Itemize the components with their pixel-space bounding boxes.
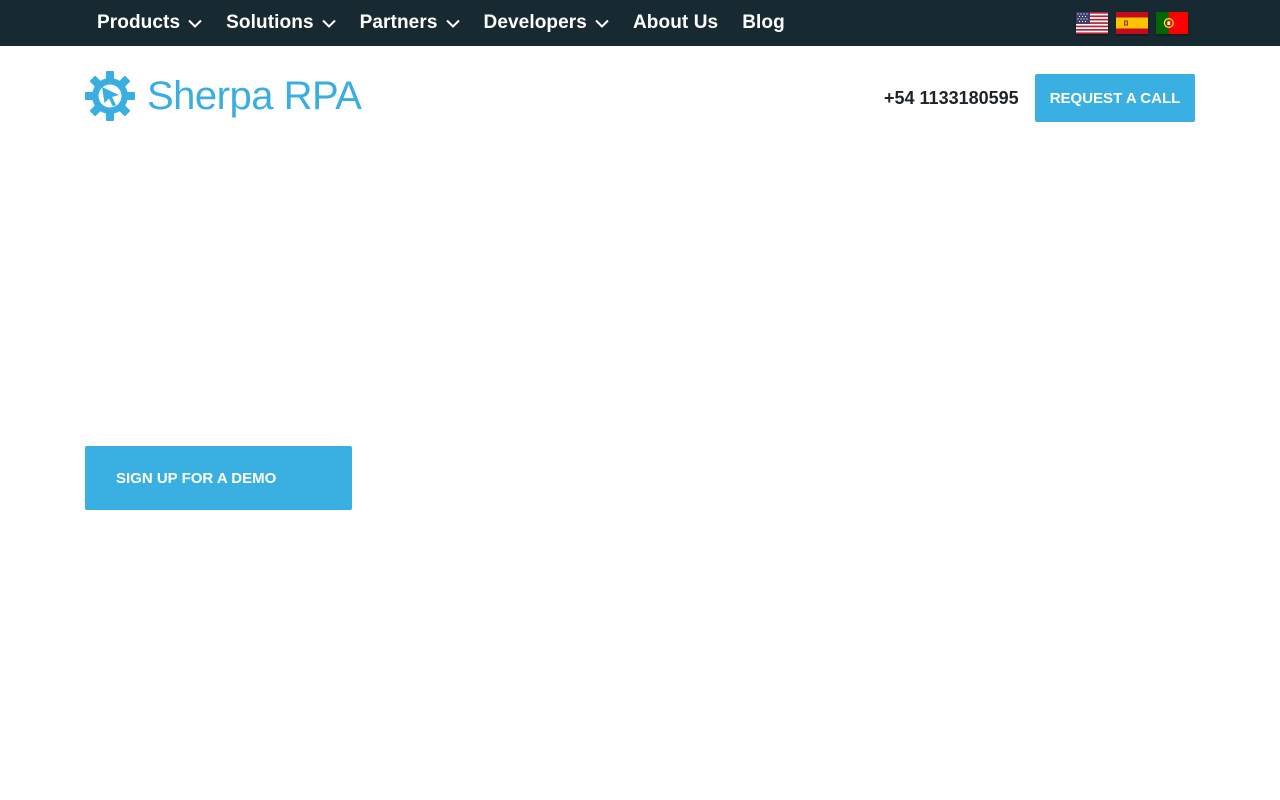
nav-item-developers[interactable]: Developers	[472, 0, 621, 46]
logo-text: Sherpa RPA	[147, 74, 362, 118]
chevron-down-icon	[445, 19, 460, 28]
request-call-button[interactable]: REQUEST A CALL	[1035, 74, 1195, 122]
us-flag-icon[interactable]	[1076, 12, 1108, 34]
portugal-flag-icon[interactable]	[1156, 12, 1188, 34]
main-nav: Products Solutions Partners Developers A…	[85, 0, 797, 46]
top-navigation-bar: Products Solutions Partners Developers A…	[0, 0, 1280, 46]
spain-flag-icon[interactable]	[1116, 12, 1148, 34]
nav-item-solutions[interactable]: Solutions	[214, 0, 347, 46]
nav-item-label: About Us	[632, 12, 719, 33]
gear-cursor-logo-icon	[85, 71, 135, 121]
chevron-down-icon	[321, 19, 336, 28]
nav-item-products[interactable]: Products	[85, 0, 214, 46]
nav-item-label: Solutions	[226, 12, 314, 33]
sign-up-demo-button[interactable]: SIGN UP FOR A DEMO	[85, 446, 352, 510]
nav-item-partners[interactable]: Partners	[348, 0, 472, 46]
nav-item-label: Products	[97, 12, 181, 33]
nav-item-about-us[interactable]: About Us	[621, 0, 730, 46]
language-selector	[1076, 12, 1188, 36]
site-header: Sherpa RPA +54 1133180595 REQUEST A CALL	[0, 46, 1280, 146]
phone-number[interactable]: +54 1133180595	[884, 86, 1019, 110]
nav-item-blog[interactable]: Blog	[730, 0, 797, 46]
chevron-down-icon	[595, 19, 609, 28]
logo[interactable]: Sherpa RPA	[85, 70, 362, 122]
chevron-down-icon	[188, 19, 202, 28]
nav-item-label: Partners	[359, 12, 438, 33]
nav-item-label: Blog	[742, 12, 785, 33]
nav-item-label: Developers	[483, 12, 587, 33]
